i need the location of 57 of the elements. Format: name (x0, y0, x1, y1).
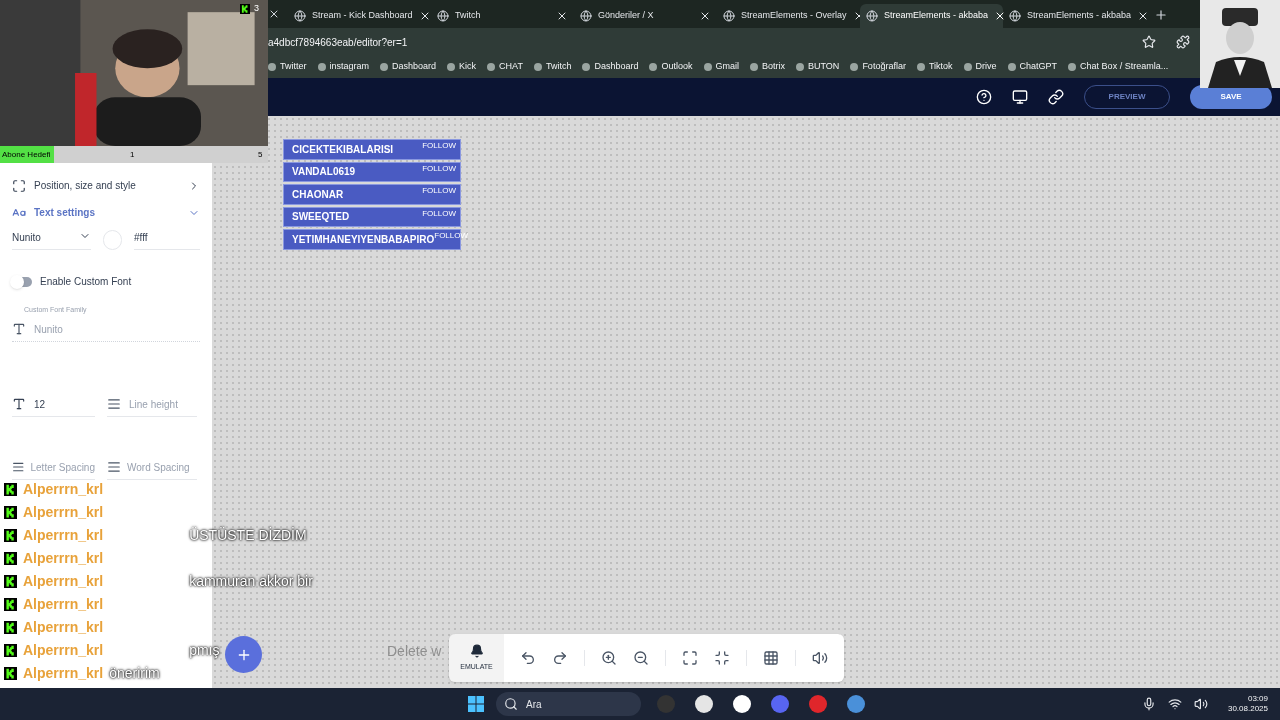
chat-username: Alperrrn_krl (23, 595, 104, 614)
bookmark[interactable]: CHAT (487, 60, 523, 74)
bookmark[interactable]: Twitter (268, 60, 307, 74)
chat-username: Alperrrn_krl (23, 572, 104, 591)
bookmark[interactable]: Outlook (649, 60, 693, 74)
bookmark[interactable]: Twitch (533, 60, 572, 74)
bookmark[interactable]: ChatGPT (1007, 60, 1058, 74)
follow-tag: FOLLOW (422, 162, 456, 175)
section-header[interactable]: Text settings (0, 199, 212, 226)
follow-tag: FOLLOW (422, 140, 456, 152)
chat-message: öneririm (109, 664, 160, 683)
browser-tab[interactable]: Stream - Kick Dashboard (288, 4, 431, 28)
bookmark[interactable]: Gmail (703, 60, 739, 74)
goal-target: 5 (258, 148, 263, 161)
canvas-hint: Delete w (387, 642, 442, 661)
bookmark[interactable]: Chat Box / Streamla... (1068, 60, 1169, 74)
toggle-label: Enable Custom Font (40, 275, 132, 289)
section-header[interactable]: Position, size and style (0, 172, 212, 199)
clock[interactable]: 03:09 30.08.2025 (1227, 694, 1268, 714)
follow-tag: FOLLOW (422, 207, 456, 220)
chat-username: Alperrrn_krl (23, 618, 104, 637)
bookmark[interactable]: Botrix (750, 60, 786, 74)
bookmark[interactable]: Kick (447, 60, 477, 74)
viewer-count: 3 (254, 2, 259, 15)
goal-label: Abone Hedefi (1, 148, 52, 161)
browser-tab[interactable]: StreamElements - Overlay (717, 4, 860, 28)
bookmark[interactable]: Drive (963, 60, 997, 74)
chat-message: pmış (189, 641, 220, 661)
bookmark[interactable]: Tiktok (916, 60, 953, 74)
follow-tag: FOLLOW (422, 185, 456, 197)
follower-name: SWEEQTED (292, 210, 350, 225)
chat-username: Alperrrn_krl (23, 549, 104, 568)
browser-tab[interactable]: Twitch (431, 4, 574, 28)
follower-name: CICEKTEKIBALARISI (292, 142, 394, 157)
chat-username: Alperrrn_krl (23, 664, 104, 683)
chat-message: ÜSTÜSTE DİZDİM (189, 525, 307, 545)
chat-username: Alperrrn_krl (23, 641, 104, 660)
size-field[interactable]: 12 (12, 396, 95, 417)
bookmark[interactable]: instagram (317, 60, 370, 74)
color-field[interactable]: #fff (134, 230, 200, 250)
bookmark[interactable]: Fotoğraflar (850, 60, 906, 74)
follower-name: YETIMHANEYIYENBABAPIRO (292, 232, 435, 247)
follower-name: CHAONAR (292, 187, 344, 202)
browser-tab[interactable]: Gönderiler / X (574, 4, 717, 28)
goal-current: 1 (130, 148, 136, 161)
chat-username: Alperrrn_krl (23, 503, 104, 522)
follower-name: VANDAL0619 (292, 165, 356, 180)
chat-username: Alperrrn_krl (23, 526, 104, 545)
chat-message: kammuran akkor bir (189, 572, 313, 591)
bookmark[interactable]: BUTON (796, 60, 840, 74)
font-select[interactable]: Nunito (12, 230, 92, 250)
browser-tab[interactable]: StreamElements - akbaba (860, 4, 1003, 28)
bookmark[interactable]: Dashboard (380, 60, 437, 74)
browser-tab[interactable]: StreamElements - akbaba (1003, 4, 1146, 28)
taskbar-search[interactable]: Ara (496, 692, 641, 716)
chat-username: Alperrrn_krl (23, 480, 104, 499)
bookmark[interactable]: Dashboard (582, 60, 639, 74)
